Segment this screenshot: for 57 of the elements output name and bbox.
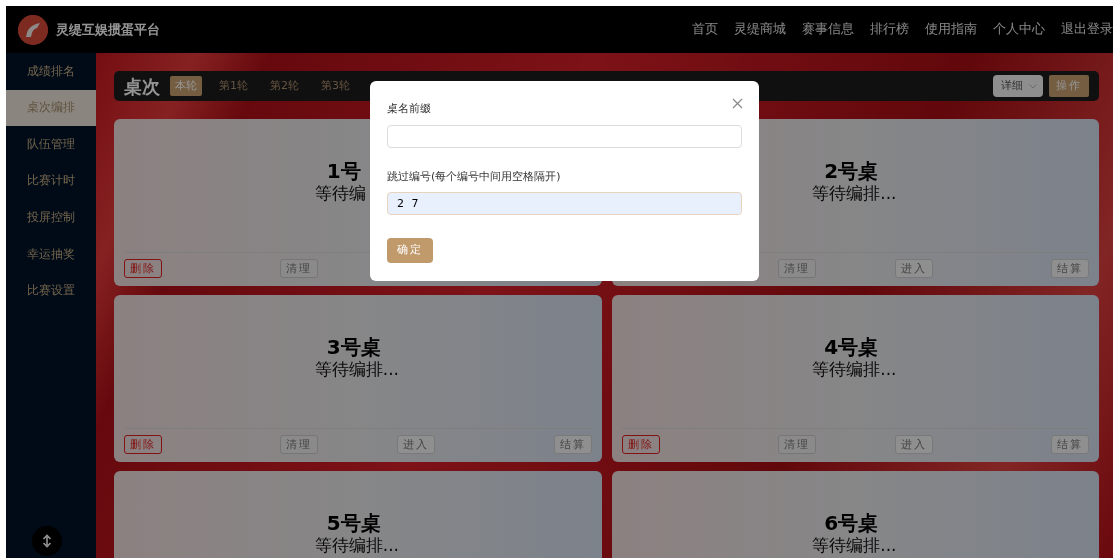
sidebar-item[interactable]: 比赛设置 [6, 272, 96, 310]
table-action-button[interactable]: 结算 [553, 435, 592, 454]
field-label: 桌名前缀 [387, 101, 431, 117]
logo-icon [18, 14, 48, 45]
table-status: 等待编 [314, 183, 366, 203]
table-status: 等待编排... [812, 359, 897, 379]
table-action-button[interactable]: 进入 [397, 435, 436, 454]
detail-dropdown[interactable]: 详细 [993, 74, 1043, 98]
sidebar-item[interactable]: 队伍管理 [6, 126, 96, 163]
table-status: 等待编排... [812, 535, 897, 555]
table-action-button[interactable]: 进入 [894, 259, 933, 278]
input-field[interactable]: 2 7 [387, 192, 742, 215]
table-name: 3号桌 [325, 335, 381, 359]
table-action-button[interactable]: 清理 [280, 435, 319, 454]
table-action-button[interactable]: 清理 [777, 435, 816, 454]
sidebar-item[interactable]: 幸运抽奖 [6, 235, 96, 273]
round-tab[interactable]: 本轮 [170, 75, 202, 97]
table-action-button[interactable]: 删除 [621, 435, 660, 454]
table-action-button[interactable]: 清理 [280, 259, 319, 278]
site-title: 灵缇互娱掼蛋平台 [56, 20, 160, 39]
table-name: 1号 [325, 159, 361, 183]
confirm-button[interactable]: 确定 [387, 238, 433, 263]
toolbar-title: 桌次 [124, 74, 160, 99]
round-tab[interactable]: 第2轮 [265, 75, 304, 97]
table-action-button[interactable]: 进入 [894, 435, 933, 454]
round-tab[interactable]: 第1轮 [214, 75, 253, 97]
nav-link[interactable]: 灵缇商城 [734, 20, 786, 39]
table-name: 5号桌 [325, 511, 381, 535]
table-name: 6号桌 [823, 511, 879, 535]
nav-link[interactable]: 个人中心 [993, 20, 1045, 39]
table-action-button[interactable]: 删除 [124, 259, 162, 278]
nav-link[interactable]: 退出登录 [1061, 20, 1113, 39]
sidebar-item[interactable]: 桌次编排 [6, 89, 96, 127]
scroll-toggle-button[interactable] [32, 526, 62, 556]
sidebar-item[interactable]: 成绩排名 [6, 53, 96, 90]
table-action-button[interactable]: 清理 [777, 259, 816, 278]
nav-link[interactable]: 赛事信息 [802, 20, 854, 39]
nav-link[interactable]: 使用指南 [925, 20, 977, 39]
table-action-button[interactable]: 结算 [1051, 435, 1089, 454]
field-label: 跳过编号(每个编号中间用空格隔开) [387, 168, 561, 185]
table-name: 4号桌 [823, 335, 879, 359]
table-status: 等待编排... [314, 535, 399, 555]
nav-link[interactable]: 排行榜 [870, 20, 909, 39]
table-action-button[interactable]: 删除 [124, 435, 162, 454]
table-name: 2号桌 [823, 159, 879, 183]
sidebar-item[interactable]: 比赛计时 [6, 162, 96, 200]
up-down-arrow-icon [42, 534, 52, 548]
sidebar-item[interactable]: 投屏控制 [6, 199, 96, 236]
table-status: 等待编排... [314, 359, 399, 379]
nav-link[interactable]: 首页 [692, 20, 718, 39]
input-field[interactable] [387, 124, 742, 148]
chevron-down-icon [1029, 83, 1037, 89]
action-button[interactable]: 操作 [1049, 74, 1089, 98]
table-status: 等待编排... [812, 183, 897, 203]
table-action-button[interactable]: 结算 [1051, 259, 1089, 278]
close-button[interactable] [730, 96, 745, 111]
round-tab[interactable]: 第3轮 [316, 75, 355, 97]
